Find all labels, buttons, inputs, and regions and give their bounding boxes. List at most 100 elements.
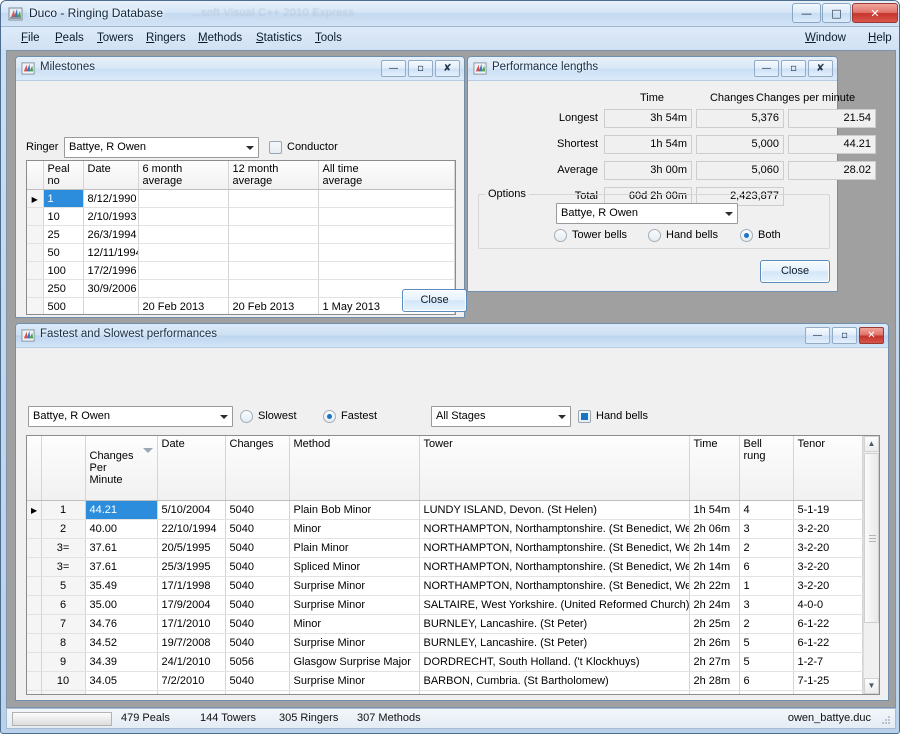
cell-rank[interactable]: 7 (41, 614, 86, 634)
performance-lengths-close-button[interactable]: ✘ (808, 60, 833, 77)
cell-tenor[interactable]: 3-2-20 (793, 538, 863, 558)
cell-method[interactable]: Glasgow Surprise Major (289, 652, 420, 672)
cell-time[interactable]: 2h 25m (689, 614, 740, 634)
cell-6-month-average[interactable] (138, 225, 229, 244)
row-caret-cell[interactable] (27, 652, 42, 672)
table-row[interactable]: 9 34.39 24/1/2010 5056 Glasgow Surprise Majo… (27, 652, 863, 672)
cell-peal-no[interactable]: 50 (43, 243, 84, 262)
cell-method[interactable]: Plain Bob Minor (289, 500, 420, 520)
milestones-col-peal-no[interactable]: Peal no (43, 161, 84, 190)
cell-tenor[interactable]: 1-2-7 (793, 652, 863, 672)
fastest-col-cpm[interactable]: Changes Per Minute (85, 436, 158, 501)
cell-date[interactable]: 7/2/2010 (157, 671, 226, 691)
cell-rank[interactable]: 3= (41, 557, 86, 577)
cell-date[interactable]: 20/5/1995 (157, 538, 226, 558)
cell-time[interactable]: 2h 30m (689, 690, 740, 694)
menu-towers[interactable]: Towers (91, 30, 139, 47)
cell-date[interactable]: 17/2/1996 (83, 261, 139, 280)
table-row[interactable]: 10 34.05 7/2/2010 5040 Surprise Minor BARBON,… (27, 671, 863, 691)
cell-6-month-average[interactable] (138, 279, 229, 298)
cell-date[interactable]: 22/10/1994 (157, 519, 226, 539)
cell-tower[interactable]: BARBON, Cumbria. (St Bartholomew) (419, 671, 690, 691)
row-caret-cell[interactable] (27, 189, 44, 208)
row-caret-cell[interactable] (27, 538, 42, 558)
cell-date[interactable]: 26/3/1994 (83, 225, 139, 244)
cell-date[interactable]: 8/12/1990 (83, 189, 139, 208)
cell-changes[interactable]: 5040 (225, 538, 290, 558)
performance-close-action-button[interactable]: Close (760, 260, 830, 283)
row-caret-cell[interactable] (27, 576, 42, 596)
cell-method[interactable]: Surprise Minor (289, 633, 420, 653)
cell-bell-rung[interactable]: 2 (739, 614, 794, 634)
cell-tenor[interactable]: 3-2-20 (793, 557, 863, 577)
cell-bell-rung[interactable]: 6 (739, 671, 794, 691)
row-caret-cell[interactable] (27, 690, 42, 694)
cell-changes[interactable]: 5040 (225, 633, 290, 653)
row-caret-cell[interactable] (27, 633, 42, 653)
table-row[interactable]: 3= 37.61 20/5/1995 5040 Plain Minor NORTHAMPT… (27, 538, 863, 558)
cell-tower[interactable]: LUNDY ISLAND, Devon. (St Helen) (419, 500, 690, 520)
cell-6-month-average[interactable] (138, 189, 229, 208)
fastest-ringer-combo[interactable]: Battye, R Owen (28, 406, 233, 427)
table-row[interactable]: 5 35.49 17/1/1998 5040 Surprise Minor NORTHAM… (27, 576, 863, 596)
cell-6-month-average[interactable] (138, 243, 229, 262)
cell-rank[interactable]: 1 (41, 500, 86, 520)
table-row[interactable]: 25 26/3/1994 (27, 225, 455, 244)
table-row[interactable]: 100 17/2/1996 (27, 261, 455, 280)
cell-time[interactable]: 2h 28m (689, 671, 740, 691)
cell-rank[interactable]: 10 (41, 671, 86, 691)
cell-changes-per-minute[interactable]: 34.52 (85, 633, 158, 653)
cell-tenor[interactable]: 5-1-24 (793, 690, 863, 694)
cell-rank[interactable]: 5 (41, 576, 86, 596)
cell-tenor[interactable]: 3-2-20 (793, 576, 863, 596)
radio-hand-bells[interactable] (648, 229, 661, 242)
cell-changes[interactable]: 5040 (225, 614, 290, 634)
fastest-slowest-minimize-button[interactable]: — (805, 327, 830, 344)
cell-bell-rung[interactable]: 3 (739, 519, 794, 539)
row-caret-cell[interactable] (27, 614, 42, 634)
cell-rank[interactable]: 9 (41, 652, 86, 672)
menu-peals[interactable]: Peals (49, 30, 90, 47)
cell-changes-per-minute[interactable]: 37.61 (85, 538, 158, 558)
cell-date[interactable]: 17/9/2004 (157, 595, 226, 615)
cell-changes-per-minute[interactable]: 40.00 (85, 519, 158, 539)
cell-rank[interactable]: 6 (41, 595, 86, 615)
cell-bell-rung[interactable]: 6 (739, 557, 794, 577)
performance-lengths-maximize-button[interactable]: ▫ (781, 60, 806, 77)
menu-window[interactable]: Window (799, 30, 852, 47)
row-caret-cell[interactable] (27, 225, 44, 244)
cell-changes[interactable]: 5040 (225, 690, 290, 694)
cell-rank[interactable]: 8 (41, 633, 86, 653)
menu-tools[interactable]: Tools (309, 30, 348, 47)
cell-6-month-average[interactable] (138, 207, 229, 226)
cell-date[interactable]: 24/1/2010 (157, 652, 226, 672)
cell-peal-no[interactable]: 250 (43, 279, 84, 298)
fastest-grid-vertical-scrollbar[interactable]: ▲ ▼ (863, 436, 879, 694)
cell-peal-no[interactable]: 100 (43, 261, 84, 280)
cell-changes[interactable]: 5040 (225, 519, 290, 539)
resize-grip-icon[interactable] (880, 714, 892, 726)
cell-tower[interactable]: NORTHAMPTON, Northamptonshire. (St Bened… (419, 557, 690, 577)
cell-tower[interactable]: NORTHAMPTON, Northamptonshire. (St Bened… (419, 576, 690, 596)
milestones-ringer-combo[interactable]: Battye, R Owen (64, 137, 259, 158)
menu-help[interactable]: Help (862, 30, 898, 47)
milestones-close-action-button[interactable]: Close (402, 289, 467, 312)
fastest-slowest-maximize-button[interactable]: ▫ (832, 327, 857, 344)
radio-slowest[interactable] (240, 410, 253, 423)
cell-peal-no[interactable]: 10 (43, 207, 84, 226)
cell-all-time-average[interactable] (318, 261, 455, 280)
menu-methods[interactable]: Methods (192, 30, 248, 47)
cell-changes[interactable]: 5056 (225, 652, 290, 672)
menu-ringers[interactable]: Ringers (140, 30, 192, 47)
fastest-col-changes[interactable]: Changes (225, 436, 290, 501)
cell-6-month-average[interactable] (138, 261, 229, 280)
cell-tower[interactable]: NORTHAMPTON, Northamptonshire. (St Bened… (419, 538, 690, 558)
row-caret-cell[interactable] (27, 500, 42, 520)
cell-all-time-average[interactable] (318, 189, 455, 208)
cell-12-month-average[interactable] (228, 261, 319, 280)
cell-tenor[interactable]: 6-1-22 (793, 614, 863, 634)
table-row[interactable]: 250 30/9/2006 (27, 279, 455, 298)
cell-tenor[interactable]: 5-1-19 (793, 500, 863, 520)
cell-changes-per-minute[interactable]: 34.76 (85, 614, 158, 634)
cell-changes[interactable]: 5040 (225, 595, 290, 615)
